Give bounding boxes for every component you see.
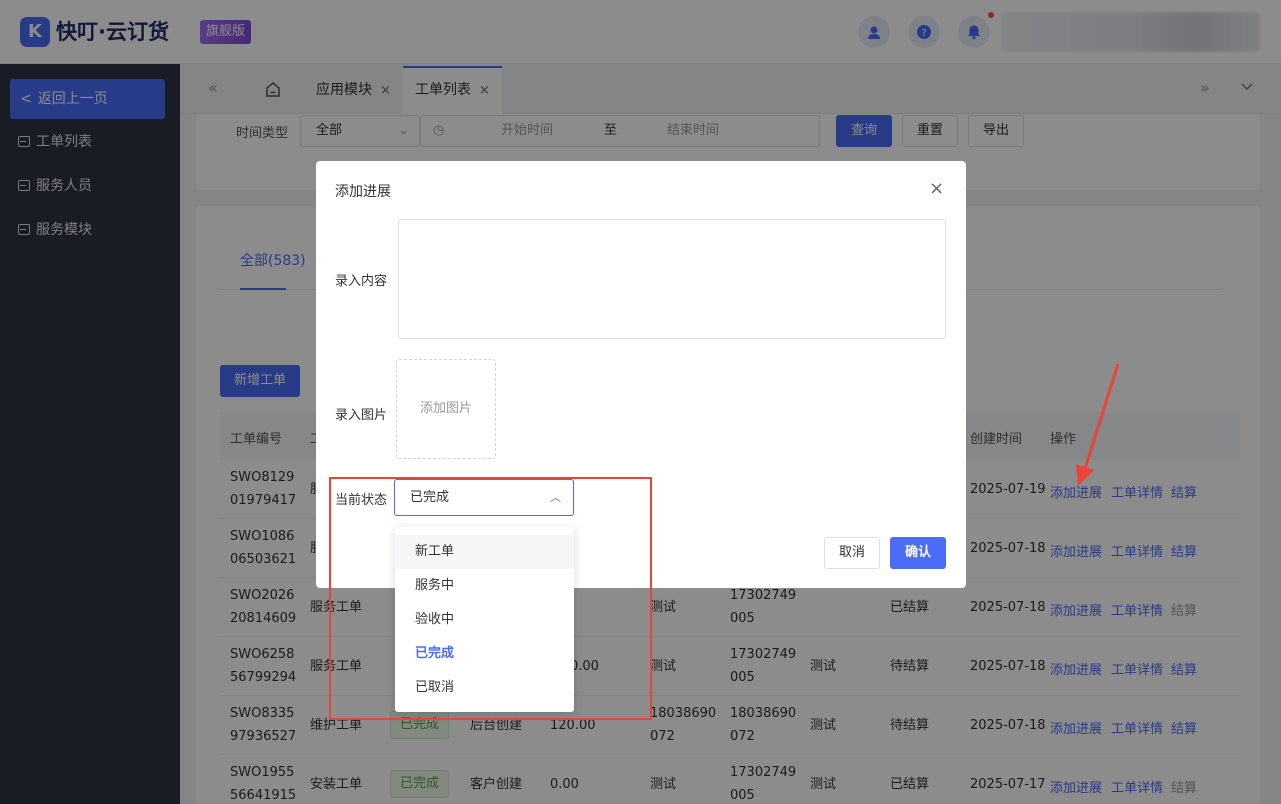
annotation-highlight-box [329,477,652,720]
confirm-button[interactable]: 确认 [890,537,946,569]
content-textarea[interactable] [398,219,946,339]
annotation-arrow-icon [1076,363,1120,486]
add-image-upload[interactable]: 添加图片 [396,359,496,459]
dialog-title: 添加进展 [335,184,391,200]
content-label: 录入内容 [335,274,388,289]
image-label: 录入图片 [335,408,388,423]
close-icon[interactable]: × [929,179,944,199]
cancel-button[interactable]: 取消 [824,537,880,569]
